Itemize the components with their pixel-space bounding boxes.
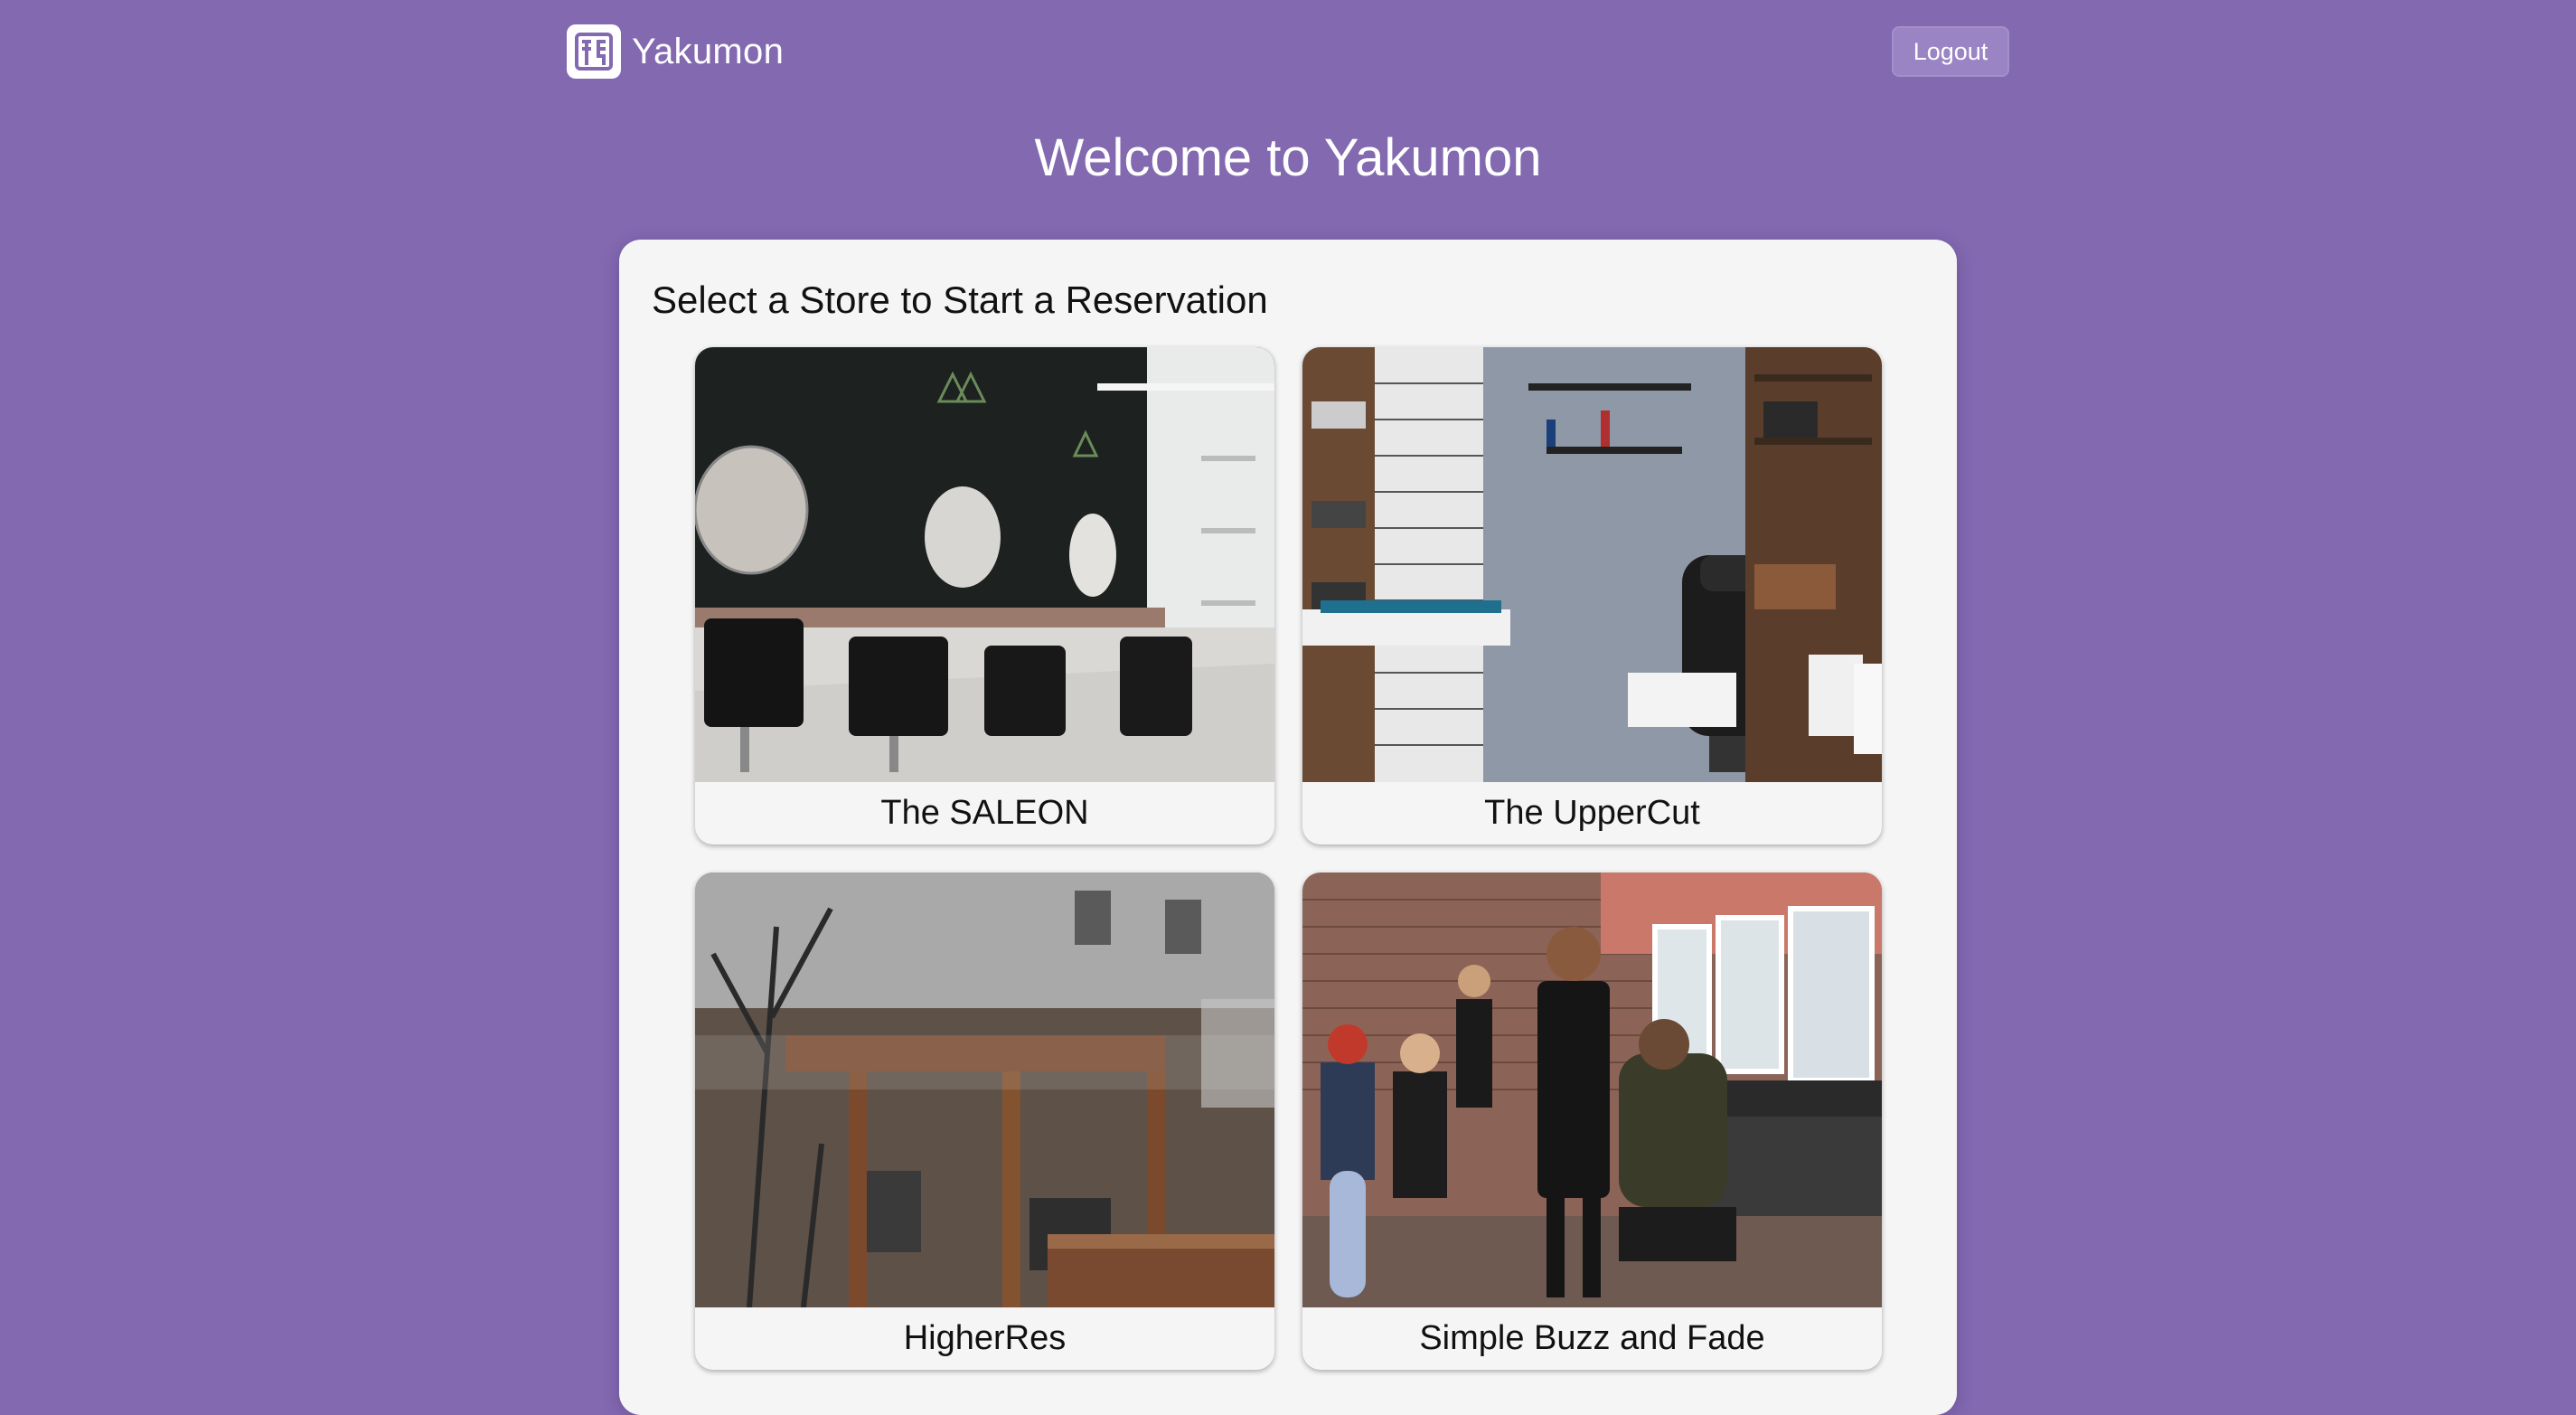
- store-name: Simple Buzz and Fade: [1419, 1319, 1765, 1357]
- street-storefront-photo: [695, 873, 1274, 1307]
- salon-interior-photo: [695, 347, 1274, 782]
- top-navbar: Yakumon Logout: [567, 24, 2009, 79]
- busy-barbershop-photo: [1302, 873, 1882, 1307]
- store-grid: The SALEON The UpperCut HigherRes Simple…: [695, 347, 1882, 1370]
- page-title: Welcome to Yakumon: [1034, 128, 1542, 187]
- store-name: The UpperCut: [1484, 794, 1700, 832]
- store-card[interactable]: The SALEON: [695, 347, 1274, 844]
- yakumon-logo-icon: [567, 24, 621, 79]
- brand-home-link[interactable]: Yakumon: [567, 24, 784, 79]
- brand-name: Yakumon: [632, 32, 785, 71]
- store-selection-heading: Select a Store to Start a Reservation: [652, 278, 1268, 321]
- store-card[interactable]: The UpperCut: [1302, 347, 1882, 844]
- store-name: The SALEON: [880, 794, 1089, 832]
- store-card[interactable]: HigherRes: [695, 873, 1274, 1370]
- store-card[interactable]: Simple Buzz and Fade: [1302, 873, 1882, 1370]
- logout-button[interactable]: Logout: [1892, 26, 2009, 77]
- store-selection-panel: Select a Store to Start a Reservation Th…: [619, 240, 1957, 1415]
- store-name: HigherRes: [903, 1319, 1067, 1357]
- barber-chair-photo: [1302, 347, 1882, 782]
